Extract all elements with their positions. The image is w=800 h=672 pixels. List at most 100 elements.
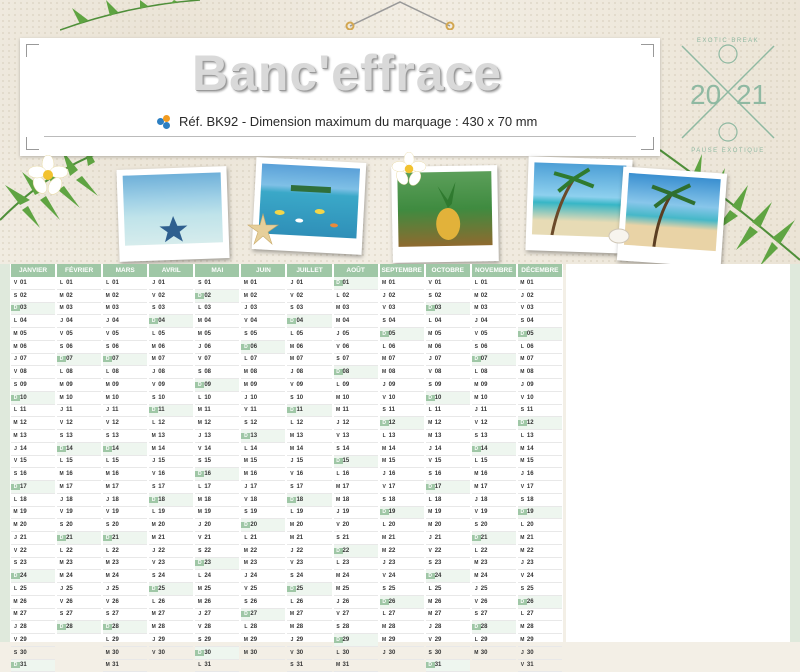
- palm-leaf-top: [60, 0, 200, 40]
- weekday-letter: V: [380, 573, 389, 579]
- day-row: J22: [287, 545, 331, 558]
- weekday-letter: M: [518, 280, 527, 286]
- day-row: M13: [149, 430, 193, 443]
- day-row: J25: [103, 583, 147, 596]
- weekday-letter: V: [241, 407, 250, 413]
- weekday-letter: M: [103, 305, 112, 311]
- weekday-letter: M: [334, 305, 343, 311]
- day-row: S15: [195, 456, 239, 469]
- day-number: 05: [204, 331, 215, 337]
- day-row: M24: [103, 570, 147, 583]
- day-number: 23: [66, 560, 77, 566]
- day-row: S03: [287, 303, 331, 316]
- weekday-letter: J: [103, 586, 112, 592]
- day-row: M17: [472, 481, 516, 494]
- day-number: 01: [66, 280, 77, 286]
- day-number: 25: [20, 586, 31, 592]
- day-number: 25: [250, 586, 261, 592]
- day-number: 22: [158, 548, 169, 554]
- day-number: 11: [250, 407, 261, 413]
- day-row: D21: [472, 532, 516, 545]
- day-row: J18: [472, 494, 516, 507]
- day-row: S19: [241, 507, 285, 520]
- day-number: 20: [296, 522, 307, 528]
- day-row: M27: [287, 609, 331, 622]
- day-number: 03: [296, 305, 307, 311]
- weekday-letter: D: [149, 497, 158, 503]
- svg-text:20: 20: [690, 79, 721, 110]
- weekday-letter: S: [241, 331, 250, 337]
- day-number: 18: [481, 497, 492, 503]
- day-number: 16: [20, 471, 31, 477]
- month-column: M01J02V03S04D05L06M07M08J09V10S11D12L13M…: [518, 277, 562, 642]
- weekday-letter: V: [103, 331, 112, 337]
- weekday-letter: S: [11, 382, 20, 388]
- weekday-letter: M: [426, 344, 435, 350]
- weekday-letter: J: [57, 407, 66, 413]
- day-number: 22: [296, 548, 307, 554]
- day-row: S04: [518, 315, 562, 328]
- day-row: V08: [11, 366, 55, 379]
- shell-icon: [608, 226, 630, 244]
- day-number: 04: [66, 318, 77, 324]
- weekday-letter: L: [103, 458, 112, 464]
- day-number: 04: [20, 318, 31, 324]
- day-number: 12: [435, 420, 446, 426]
- day-row: V06: [334, 341, 378, 354]
- weekday-letter: M: [380, 624, 389, 630]
- weekday-letter: V: [195, 446, 204, 452]
- day-number: 17: [389, 484, 400, 490]
- day-number: 27: [204, 611, 215, 617]
- day-number: 09: [66, 382, 77, 388]
- day-row: S17: [287, 481, 331, 494]
- weekday-letter: L: [11, 497, 20, 503]
- day-row: L22: [472, 545, 516, 558]
- day-number: 22: [481, 548, 492, 554]
- day-row: S18: [380, 494, 424, 507]
- weekday-letter: M: [195, 509, 204, 515]
- weekday-letter: M: [241, 650, 250, 656]
- day-number: 22: [20, 548, 31, 554]
- weekday-letter: L: [472, 280, 481, 286]
- weekday-letter: M: [334, 573, 343, 579]
- day-row: M27: [149, 609, 193, 622]
- day-row: V01: [426, 277, 470, 290]
- day-number: 12: [343, 420, 354, 426]
- weekday-letter: M: [426, 433, 435, 439]
- day-number: 08: [343, 369, 354, 375]
- day-number: 01: [527, 280, 538, 286]
- day-number: 18: [20, 497, 31, 503]
- weekday-letter: L: [518, 433, 527, 439]
- weekday-letter: D: [149, 586, 158, 592]
- weekday-letter: D: [472, 446, 481, 452]
- day-row: M13: [287, 430, 331, 443]
- day-number: 19: [112, 509, 123, 515]
- weekday-letter: S: [11, 650, 20, 656]
- day-row: J25: [472, 583, 516, 596]
- day-row: M28: [149, 621, 193, 634]
- day-row: J22: [149, 545, 193, 558]
- month-column: L01M02M03J04V05S06D07L08M09M10J11V12S13D…: [472, 277, 516, 642]
- day-row: M28: [380, 621, 424, 634]
- day-number: 08: [435, 369, 446, 375]
- weekday-letter: D: [334, 280, 343, 286]
- weekday-letter: M: [380, 446, 389, 452]
- weekday-letter: J: [472, 407, 481, 413]
- day-number: 06: [389, 344, 400, 350]
- day-number: 28: [435, 624, 446, 630]
- day-number: 30: [250, 650, 261, 656]
- weekday-letter: V: [195, 624, 204, 630]
- day-row: D18: [149, 494, 193, 507]
- weekday-letter: L: [103, 369, 112, 375]
- day-row: M30: [103, 647, 147, 660]
- day-row: L04: [426, 315, 470, 328]
- day-row: M15: [241, 456, 285, 469]
- day-row: J04: [472, 315, 516, 328]
- day-row: D28: [472, 621, 516, 634]
- day-number: 06: [343, 344, 354, 350]
- day-row: D14: [57, 443, 101, 456]
- day-row: J11: [57, 405, 101, 418]
- day-row: J25: [57, 583, 101, 596]
- weekday-letter: J: [195, 611, 204, 617]
- day-row: D28: [103, 621, 147, 634]
